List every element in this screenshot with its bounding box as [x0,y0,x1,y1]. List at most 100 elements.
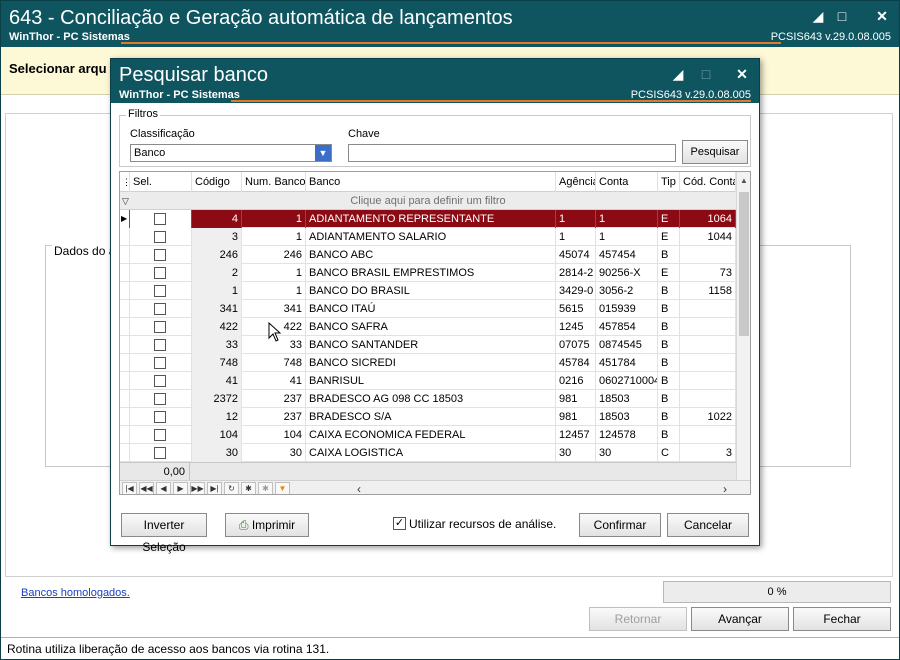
column-chooser-icon[interactable]: ⋮ [120,172,130,192]
agencia-cell: 07075 [556,336,596,354]
dialog-maximize-icon[interactable]: □ [697,65,715,83]
cod-conta-cell [680,318,736,336]
restore-icon[interactable]: ◢ [809,7,827,25]
dialog-close-icon[interactable]: ✕ [733,65,751,83]
table-row[interactable]: 41 41 BANRISUL 0216 0602710004 B [120,372,736,390]
grid-horizontal-scrollbar[interactable]: ‹ › [310,481,750,494]
tipo-cell: B [658,336,680,354]
analysis-checkbox[interactable]: ✓ [393,517,406,530]
last-page-icon[interactable]: ▶| [207,482,222,494]
num-banco-cell: 1 [242,210,306,228]
select-cell [130,444,192,462]
num-banco-cell: 1 [242,228,306,246]
key-label: Chave [348,128,380,140]
row-checkbox[interactable] [154,357,166,369]
table-row[interactable]: 3 1 ADIANTAMENTO SALARIO 1 1 E 1044 [120,228,736,246]
banco-cell: CAIXA LOGISTICA [306,444,556,462]
agencia-cell: 981 [556,408,596,426]
scroll-thumb[interactable] [739,192,749,336]
scroll-up-icon[interactable]: ▲ [737,174,750,188]
next-record-icon[interactable]: ▶ [173,482,188,494]
filter-icon[interactable]: ▽ [122,192,129,210]
scroll-left-icon[interactable]: ‹ [352,481,366,494]
col-header[interactable]: Código [192,172,242,192]
select-cell [130,228,192,246]
cod-conta-cell: 3 [680,444,736,462]
prev-record-icon[interactable]: ◀ [156,482,171,494]
codigo-cell: 2372 [192,390,242,408]
print-button[interactable]: ⎙ Imprimir [225,513,309,537]
conta-cell: 457454 [596,246,658,264]
table-row[interactable]: 1 1 BANCO DO BRASIL 3429-0 3056-2 B 1158 [120,282,736,300]
col-header[interactable]: Conta [596,172,658,192]
row-checkbox[interactable] [154,321,166,333]
chevron-down-icon[interactable]: ▼ [315,145,331,161]
row-checkbox[interactable] [154,375,166,387]
close-button[interactable]: Fechar [793,607,891,631]
table-row[interactable]: 2 1 BANCO BRASIL EMPRESTIMOS 2814-2 90256-X E… [120,264,736,282]
col-header[interactable]: Sel. [130,172,192,192]
table-row[interactable]: 104 104 CAIXA ECONOMICA FEDERAL 12457 124578… [120,426,736,444]
grid-vertical-scrollbar[interactable]: ▲ ▼ [736,172,750,494]
next-page-icon[interactable]: ▶▶ [190,482,205,494]
col-header[interactable]: Banco [306,172,556,192]
back-button[interactable]: Retornar [589,607,687,631]
col-header[interactable]: Num. Banco [242,172,306,192]
row-checkbox[interactable] [154,447,166,459]
maximize-icon[interactable]: □ [833,7,851,25]
row-checkbox[interactable] [154,267,166,279]
row-checkbox[interactable] [154,303,166,315]
col-header[interactable]: Cód. Conta [680,172,736,192]
select-cell [130,246,192,264]
codigo-cell: 4 [192,210,242,228]
select-cell [130,408,192,426]
confirm-button[interactable]: Confirmar [579,513,661,537]
close-icon[interactable]: ✕ [873,7,891,25]
col-header[interactable]: Agência [556,172,596,192]
invert-selection-button[interactable]: Inverter Seleção [121,513,207,554]
row-checkbox[interactable] [154,411,166,423]
codigo-cell: 1 [192,282,242,300]
table-row[interactable]: 748 748 BANCO SICREDI 45784 451784 B [120,354,736,372]
row-checkbox[interactable] [154,429,166,441]
row-checkbox[interactable] [154,213,166,225]
table-row[interactable]: 422 422 BANCO SAFRA 1245 457854 B [120,318,736,336]
homologated-banks-link[interactable]: Bancos homologados. [21,587,130,599]
tipo-cell: B [658,246,680,264]
row-checkbox[interactable] [154,339,166,351]
asterisk-disabled-icon[interactable]: ✱ [258,482,273,494]
row-checkbox[interactable] [154,249,166,261]
classification-select[interactable]: Banco ▼ [130,144,332,162]
key-input[interactable] [348,144,676,162]
conta-cell: 015939 [596,300,658,318]
next-button[interactable]: Avançar [691,607,789,631]
refresh-icon[interactable]: ↻ [224,482,239,494]
row-checkbox[interactable] [154,231,166,243]
banco-cell: BRADESCO S/A [306,408,556,426]
agencia-cell: 12457 [556,426,596,444]
table-row[interactable]: 2372 237 BRADESCO AG 098 CC 18503 981 18503 B [120,390,736,408]
table-row[interactable]: 30 30 CAIXA LOGISTICA 30 30 C 3 [120,444,736,462]
conta-cell: 18503 [596,390,658,408]
filter-funnel-icon[interactable]: ▼ [275,482,290,494]
select-cell [130,336,192,354]
row-checkbox[interactable] [154,285,166,297]
table-row[interactable]: 246 246 BANCO ABC 45074 457454 B [120,246,736,264]
search-button[interactable]: Pesquisar [682,140,748,164]
grid-filter-row[interactable]: ▽ Clique aqui para definir um filtro [120,192,736,210]
table-row[interactable]: 341 341 BANCO ITAÚ 5615 015939 B [120,300,736,318]
first-page-icon[interactable]: |◀ [122,482,137,494]
dialog-subtitle: WinThor - PC Sistemas [119,89,240,101]
table-row[interactable]: 33 33 BANCO SANTANDER 07075 0874545 B [120,336,736,354]
row-checkbox[interactable] [154,393,166,405]
agencia-cell: 981 [556,390,596,408]
asterisk-icon[interactable]: ✱ [241,482,256,494]
conta-cell: 0874545 [596,336,658,354]
dialog-restore-icon[interactable]: ◢ [669,65,687,83]
table-row[interactable]: ▶ 4 1 ADIANTAMENTO REPRESENTANTE 1 1 E 1064 [120,210,736,228]
scroll-right-icon[interactable]: › [718,481,732,494]
cancel-button[interactable]: Cancelar [667,513,749,537]
table-row[interactable]: 12 237 BRADESCO S/A 981 18503 B 1022 [120,408,736,426]
prev-page-icon[interactable]: ◀◀ [139,482,154,494]
col-header[interactable]: Tip [658,172,680,192]
